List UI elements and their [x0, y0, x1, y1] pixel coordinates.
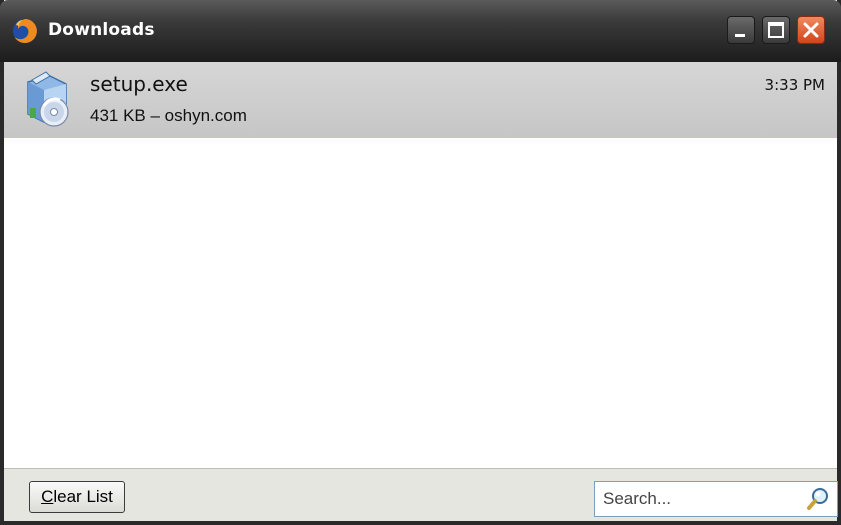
close-icon: [803, 22, 819, 38]
minimize-icon: [735, 34, 745, 37]
clear-list-label: lear List: [53, 487, 113, 506]
window-title: Downloads: [48, 20, 155, 40]
clear-list-mnemonic: C: [41, 487, 54, 506]
download-status: 431 KB – oshyn.com: [90, 106, 247, 125]
search-box[interactable]: [594, 481, 838, 517]
maximize-button[interactable]: [762, 16, 790, 44]
clear-list-button[interactable]: Clear List: [29, 481, 125, 513]
firefox-icon: [13, 19, 37, 43]
installer-icon: [27, 71, 69, 127]
title-bar[interactable]: Downloads: [0, 0, 841, 62]
download-list-item[interactable]: setup.exe 431 KB – oshyn.com 3:33 PM: [4, 62, 837, 138]
bottom-toolbar: Clear List: [4, 468, 838, 521]
search-icon[interactable]: [805, 486, 831, 512]
maximize-icon: [768, 22, 784, 38]
close-button[interactable]: [797, 16, 825, 44]
download-filename: setup.exe: [90, 72, 188, 96]
search-input[interactable]: [603, 486, 793, 512]
minimize-button[interactable]: [727, 16, 755, 44]
downloads-window: Downloads setup.exe 431 KB – oshyn.com 3…: [0, 0, 841, 525]
download-time: 3:33 PM: [764, 76, 825, 94]
